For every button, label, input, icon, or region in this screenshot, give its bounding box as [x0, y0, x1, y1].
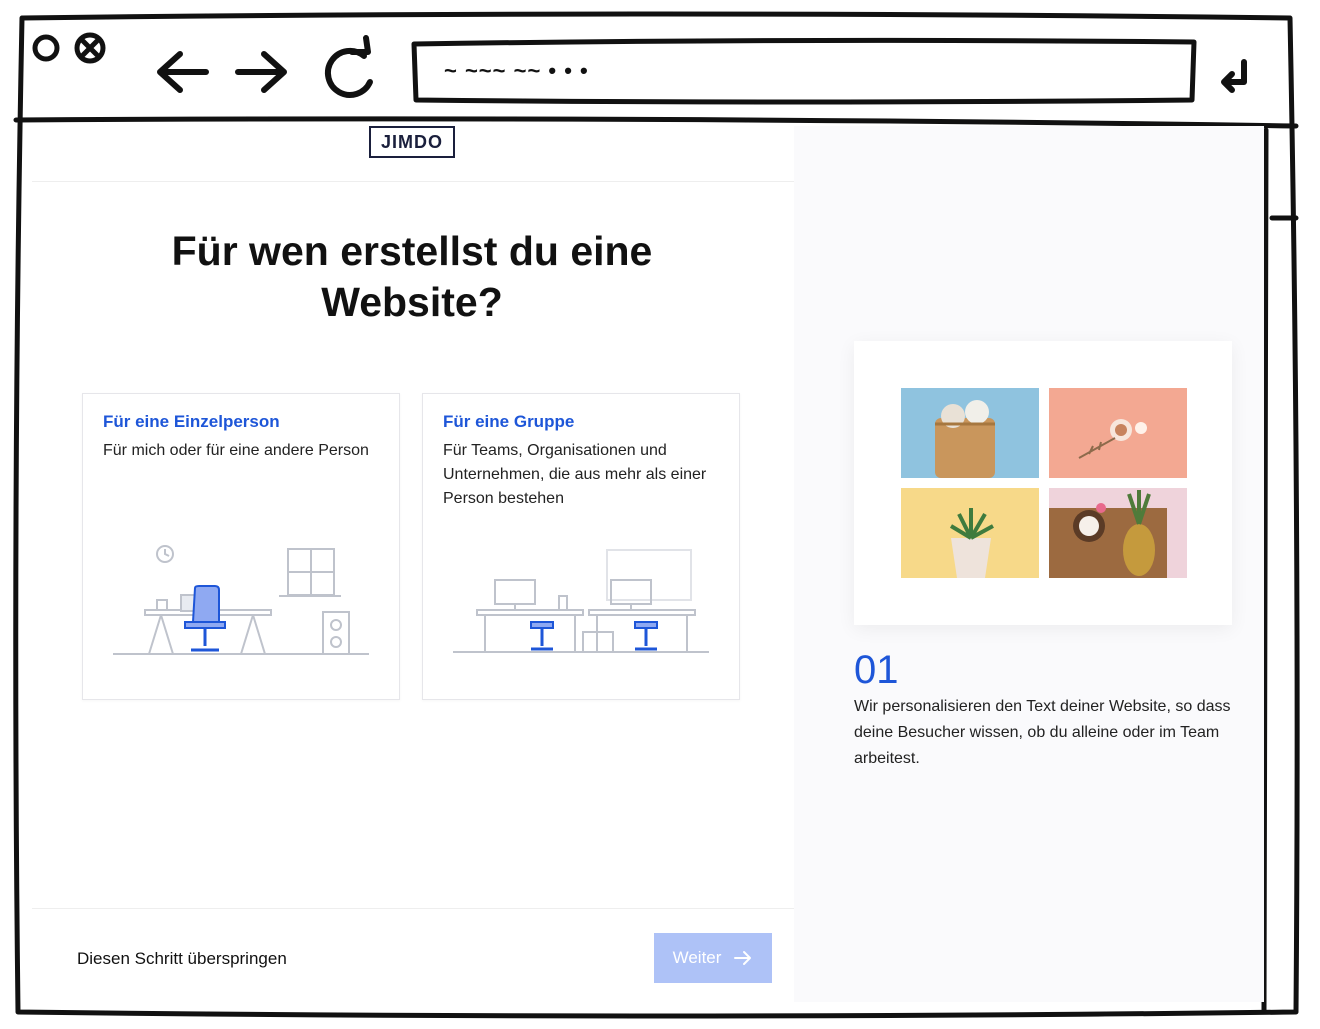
enter-icon [1221, 59, 1247, 93]
card-title: Für eine Gruppe [443, 412, 575, 431]
photo-plant [901, 488, 1039, 578]
photo-pineapple-coconut [1049, 488, 1187, 578]
window-close-dot [32, 34, 60, 62]
next-button[interactable]: Weiter [654, 933, 772, 983]
page-viewport: JIMDO Für wen erstellst du eine Website?… [32, 126, 1264, 1002]
photo-coffee-cup [1049, 388, 1187, 478]
step-number: 01 [854, 648, 899, 692]
page-title: Für wen erstellst du eine Website? [171, 228, 653, 325]
single-desk-illustration-icon [113, 545, 369, 655]
option-card-individual[interactable]: Für eine Einzelperson Für mich oder für … [82, 393, 400, 700]
card-description: Für mich oder für eine andere Person [103, 442, 369, 459]
top-bar: JIMDO [32, 126, 794, 182]
team-desks-illustration-icon [453, 549, 709, 653]
reload-icon [324, 35, 373, 98]
card-description: Für Teams, Organisationen und Unternehme… [443, 442, 707, 507]
arrow-right-icon [734, 951, 752, 965]
photo-mosaic [854, 341, 1232, 625]
step-description: Wir personalisieren den Text deiner Webs… [854, 698, 1231, 767]
jimdo-logo[interactable]: JIMDO [369, 126, 455, 158]
option-card-group[interactable]: Für eine Gruppe Für Teams, Organisatione… [422, 393, 740, 700]
arrow-right-icon [235, 51, 287, 93]
next-button-label: Weiter [672, 948, 722, 967]
arrow-left-icon [157, 51, 209, 93]
card-title: Für eine Einzelperson [103, 412, 280, 431]
skip-step-link[interactable]: Diesen Schritt überspringen [77, 949, 287, 969]
url-text[interactable]: ~ ~~~ ~~ • • • [444, 58, 589, 84]
footer-bar: Diesen Schritt überspringen Weiter [32, 908, 794, 1003]
info-panel: 01 Wir personalisieren den Text deiner W… [794, 126, 1264, 1002]
main-panel: JIMDO Für wen erstellst du eine Website?… [32, 126, 794, 1002]
photo-basket [901, 388, 1039, 478]
